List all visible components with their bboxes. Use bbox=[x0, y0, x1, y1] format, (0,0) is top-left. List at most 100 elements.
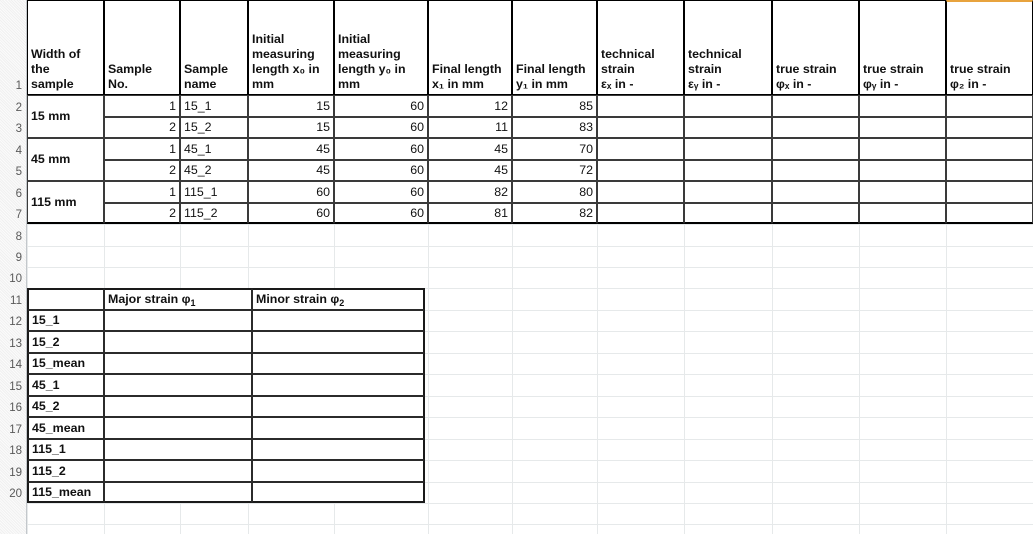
cell-initial-length-y0-row5[interactable]: 60 bbox=[334, 160, 428, 181]
cell-sample-no-row7[interactable]: 2 bbox=[104, 203, 180, 224]
strain-table-corner-cell[interactable] bbox=[27, 288, 104, 310]
cell-sample-name-row7[interactable]: 115_2 bbox=[180, 203, 248, 224]
cell-true-strain-phiz-row2[interactable] bbox=[946, 95, 1033, 117]
cell-final-length-y1-row3[interactable]: 83 bbox=[512, 117, 597, 138]
cell-sample-no-row5[interactable]: 2 bbox=[104, 160, 180, 181]
cell-initial-length-x0-row5[interactable]: 45 bbox=[248, 160, 334, 181]
cell-true-strain-phiz-row4[interactable] bbox=[946, 138, 1033, 160]
cell-sample-no-row4[interactable]: 1 bbox=[104, 138, 180, 160]
cell-sample-name-row2[interactable]: 15_1 bbox=[180, 95, 248, 117]
cell-final-length-y1-row4[interactable]: 70 bbox=[512, 138, 597, 160]
cell-final-length-x1-row5[interactable]: 45 bbox=[428, 160, 512, 181]
column-header-technical-strain-ex[interactable]: technical strain εₓ in - bbox=[597, 0, 684, 95]
cell-true-strain-phiy-row7[interactable] bbox=[859, 203, 946, 224]
cell-final-length-x1-row4[interactable]: 45 bbox=[428, 138, 512, 160]
cell-technical-strain-ey-row4[interactable] bbox=[684, 138, 772, 160]
strain-major-value-115_mean[interactable] bbox=[104, 482, 252, 503]
cell-true-strain-phiz-row5[interactable] bbox=[946, 160, 1033, 181]
cell-initial-length-x0-row7[interactable]: 60 bbox=[248, 203, 334, 224]
cell-initial-length-x0-row2[interactable]: 15 bbox=[248, 95, 334, 117]
strain-minor-value-45_mean[interactable] bbox=[252, 417, 425, 439]
column-header-true-strain-phiz[interactable]: true strain φ₂ in - bbox=[946, 0, 1033, 95]
cell-true-strain-phiy-row4[interactable] bbox=[859, 138, 946, 160]
cell-technical-strain-ey-row3[interactable] bbox=[684, 117, 772, 138]
row-header-19[interactable]: 19 bbox=[0, 467, 26, 480]
strain-major-value-15_1[interactable] bbox=[104, 310, 252, 331]
row-header-16[interactable]: 16 bbox=[0, 402, 26, 415]
cell-sample-name-row4[interactable]: 45_1 bbox=[180, 138, 248, 160]
cell-technical-strain-ey-row2[interactable] bbox=[684, 95, 772, 117]
row-header-3[interactable]: 3 bbox=[0, 123, 26, 136]
strain-minor-value-45_1[interactable] bbox=[252, 374, 425, 396]
strain-row-label-115_1[interactable]: 115_1 bbox=[27, 439, 104, 460]
column-header-width-of-the-sample[interactable]: Width of the sample bbox=[27, 0, 104, 95]
strain-major-value-45_1[interactable] bbox=[104, 374, 252, 396]
row-header-1[interactable]: 1 bbox=[0, 80, 26, 93]
cell-true-strain-phiz-row3[interactable] bbox=[946, 117, 1033, 138]
strain-minor-value-15_2[interactable] bbox=[252, 331, 425, 353]
cell-final-length-x1-row6[interactable]: 82 bbox=[428, 181, 512, 203]
column-header-initial-measuring-length-y0[interactable]: Initial measuring length y₀ in mm bbox=[334, 0, 428, 95]
cell-final-length-y1-row2[interactable]: 85 bbox=[512, 95, 597, 117]
strain-row-label-115_2[interactable]: 115_2 bbox=[27, 460, 104, 482]
column-header-sample-name[interactable]: Sample name bbox=[180, 0, 248, 95]
cell-initial-length-y0-row2[interactable]: 60 bbox=[334, 95, 428, 117]
row-header-7[interactable]: 7 bbox=[0, 209, 26, 222]
row-header-4[interactable]: 4 bbox=[0, 145, 26, 158]
cell-initial-length-y0-row4[interactable]: 60 bbox=[334, 138, 428, 160]
row-header-18[interactable]: 18 bbox=[0, 445, 26, 458]
strain-minor-value-115_mean[interactable] bbox=[252, 482, 425, 503]
cell-final-length-y1-row5[interactable]: 72 bbox=[512, 160, 597, 181]
cell-technical-strain-ey-row5[interactable] bbox=[684, 160, 772, 181]
strain-table-header-major[interactable]: Major strain φ1 bbox=[104, 288, 252, 310]
cell-true-strain-phix-row7[interactable] bbox=[772, 203, 859, 224]
row-header-10[interactable]: 10 bbox=[0, 273, 26, 286]
cell-technical-strain-ex-row5[interactable] bbox=[597, 160, 684, 181]
cell-initial-length-y0-row7[interactable]: 60 bbox=[334, 203, 428, 224]
row-header-9[interactable]: 9 bbox=[0, 252, 26, 265]
cell-true-strain-phiz-row6[interactable] bbox=[946, 181, 1033, 203]
cell-sample-name-row5[interactable]: 45_2 bbox=[180, 160, 248, 181]
cell-technical-strain-ex-row2[interactable] bbox=[597, 95, 684, 117]
column-header-final-length-x1[interactable]: Final length x₁ in mm bbox=[428, 0, 512, 95]
cell-final-length-x1-row3[interactable]: 11 bbox=[428, 117, 512, 138]
cell-true-strain-phiy-row6[interactable] bbox=[859, 181, 946, 203]
column-header-technical-strain-ey[interactable]: technical strain εᵧ in - bbox=[684, 0, 772, 95]
cell-final-length-x1-row2[interactable]: 12 bbox=[428, 95, 512, 117]
strain-minor-value-115_2[interactable] bbox=[252, 460, 425, 482]
strain-row-label-115_mean[interactable]: 115_mean bbox=[27, 482, 104, 503]
cell-sample-name-row6[interactable]: 115_1 bbox=[180, 181, 248, 203]
strain-major-value-115_1[interactable] bbox=[104, 439, 252, 460]
column-header-sample-no[interactable]: Sample No. bbox=[104, 0, 180, 95]
row-header-20[interactable]: 20 bbox=[0, 488, 26, 501]
strain-row-label-45_2[interactable]: 45_2 bbox=[27, 396, 104, 417]
column-header-initial-measuring-length-x0[interactable]: Initial measuring length x₀ in mm bbox=[248, 0, 334, 95]
strain-row-label-45_mean[interactable]: 45_mean bbox=[27, 417, 104, 439]
column-header-true-strain-phix[interactable]: true strain φₓ in - bbox=[772, 0, 859, 95]
row-header-8[interactable]: 8 bbox=[0, 231, 26, 244]
strain-major-value-45_mean[interactable] bbox=[104, 417, 252, 439]
cell-technical-strain-ex-row4[interactable] bbox=[597, 138, 684, 160]
width-group-cell-0[interactable]: 15 mm bbox=[27, 95, 104, 138]
row-header-15[interactable]: 15 bbox=[0, 381, 26, 394]
cell-technical-strain-ey-row7[interactable] bbox=[684, 203, 772, 224]
strain-major-value-15_mean[interactable] bbox=[104, 353, 252, 374]
cell-true-strain-phix-row3[interactable] bbox=[772, 117, 859, 138]
cell-initial-length-y0-row3[interactable]: 60 bbox=[334, 117, 428, 138]
cell-technical-strain-ex-row7[interactable] bbox=[597, 203, 684, 224]
cell-sample-no-row3[interactable]: 2 bbox=[104, 117, 180, 138]
strain-minor-value-15_1[interactable] bbox=[252, 310, 425, 331]
strain-major-value-15_2[interactable] bbox=[104, 331, 252, 353]
cell-technical-strain-ex-row3[interactable] bbox=[597, 117, 684, 138]
cell-final-length-x1-row7[interactable]: 81 bbox=[428, 203, 512, 224]
row-header-2[interactable]: 2 bbox=[0, 102, 26, 115]
row-header-11[interactable]: 11 bbox=[0, 295, 26, 308]
row-header-5[interactable]: 5 bbox=[0, 166, 26, 179]
cell-true-strain-phiy-row2[interactable] bbox=[859, 95, 946, 117]
cell-technical-strain-ex-row6[interactable] bbox=[597, 181, 684, 203]
strain-row-label-15_1[interactable]: 15_1 bbox=[27, 310, 104, 331]
cell-true-strain-phix-row5[interactable] bbox=[772, 160, 859, 181]
cell-final-length-y1-row7[interactable]: 82 bbox=[512, 203, 597, 224]
strain-minor-value-45_2[interactable] bbox=[252, 396, 425, 417]
cell-sample-no-row6[interactable]: 1 bbox=[104, 181, 180, 203]
